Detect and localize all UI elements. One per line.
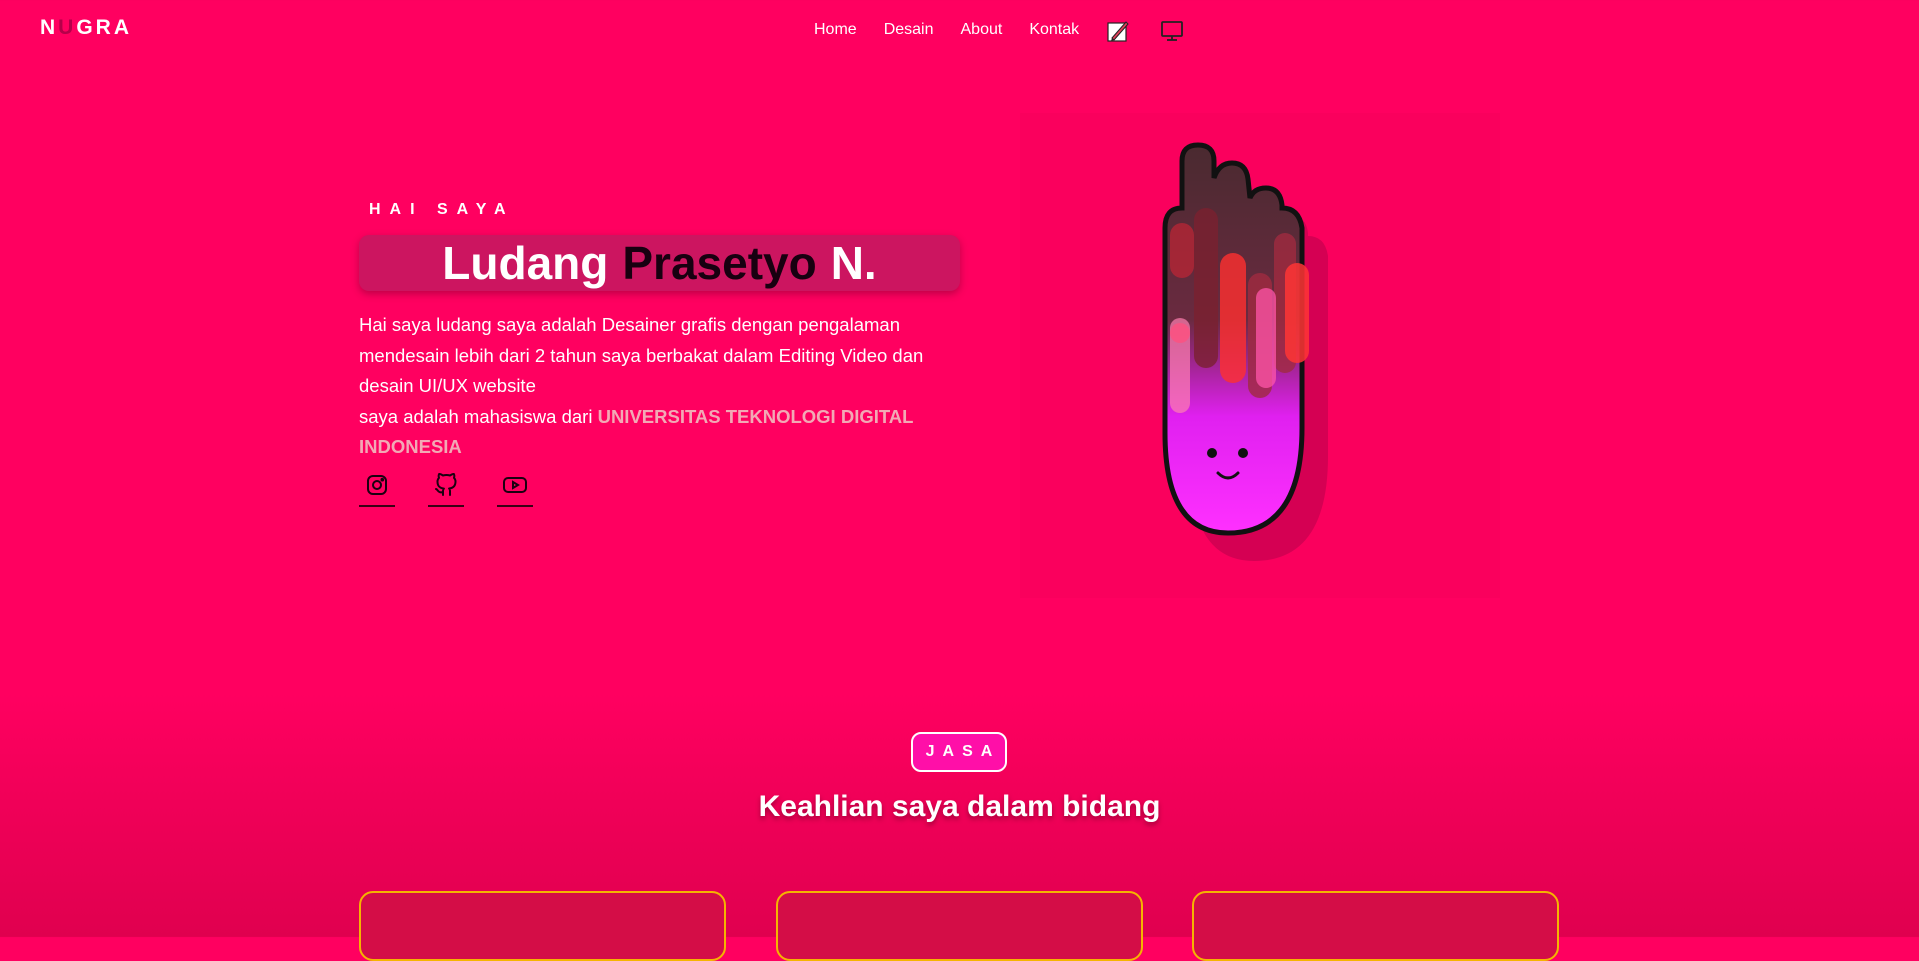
- service-card[interactable]: [1192, 891, 1559, 961]
- hero-greeting: HAI SAYA: [369, 201, 515, 218]
- hero-illustration-panel: [1020, 113, 1500, 598]
- services-badge: JASA: [911, 732, 1007, 772]
- logo-letter-first: N: [40, 16, 59, 39]
- services-title: Keahlian saya dalam bidang: [758, 790, 1161, 823]
- waving-hand-illustration: [1162, 142, 1328, 561]
- hero-description: Hai saya ludang saya adalah Desainer gra…: [359, 310, 959, 463]
- logo-letter-accent: U: [58, 16, 77, 39]
- hero-student-prefix: saya adalah mahasiswa dari: [359, 405, 593, 427]
- social-links: [359, 473, 566, 507]
- nav-link-desain[interactable]: Desain: [884, 21, 934, 39]
- instagram-icon[interactable]: [359, 473, 395, 507]
- hero-name: Ludang Prasetyo N.: [359, 235, 960, 291]
- pencil-paper-icon[interactable]: [1106, 19, 1130, 43]
- youtube-icon[interactable]: [497, 473, 533, 507]
- monitor-icon[interactable]: [1160, 19, 1184, 43]
- service-card[interactable]: [776, 891, 1143, 961]
- logo-letter-rest: GRA: [76, 16, 133, 39]
- hero-name-first: Ludang: [442, 237, 609, 289]
- github-icon[interactable]: [428, 473, 464, 507]
- hero-name-third: N.: [830, 237, 877, 289]
- service-card[interactable]: [359, 891, 726, 961]
- nav-link-kontak[interactable]: Kontak: [1029, 21, 1079, 39]
- nav-link-home[interactable]: Home: [814, 21, 857, 39]
- site-logo[interactable]: NUGRA: [40, 16, 132, 40]
- nav-link-about[interactable]: About: [961, 21, 1003, 39]
- main-nav: Home Desain About Kontak: [814, 18, 1214, 42]
- hero-name-second: Prasetyo: [622, 237, 817, 289]
- hero-description-text: Hai saya ludang saya adalah Desainer gra…: [359, 314, 924, 396]
